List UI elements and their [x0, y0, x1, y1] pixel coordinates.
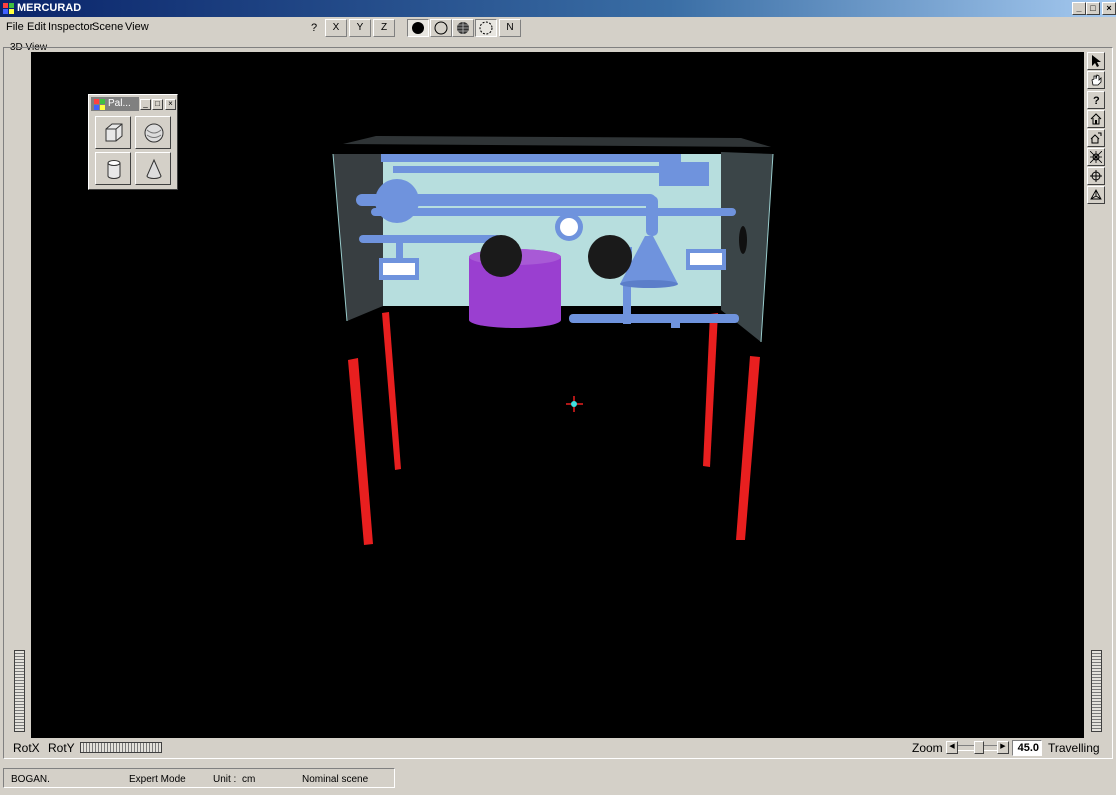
palette-window[interactable]: Pal... _ □ × [88, 94, 178, 190]
axis-y-button[interactable]: Y [349, 19, 371, 37]
render-outline-button[interactable] [430, 19, 452, 37]
set-home-icon [1090, 132, 1102, 144]
maximize-button[interactable]: □ [1086, 2, 1100, 15]
svg-text:?: ? [1093, 95, 1100, 106]
axis-z-button[interactable]: Z [373, 19, 395, 37]
cube-icon [105, 123, 123, 142]
box-top [343, 136, 771, 147]
leg-back-right [703, 313, 718, 467]
zoom-label: Zoom [912, 741, 943, 755]
palette-close-button[interactable]: × [165, 99, 176, 110]
dashed-sphere-icon [479, 21, 493, 35]
menu-file[interactable]: File [6, 21, 24, 33]
sphere-icon [144, 123, 164, 143]
perspective-button[interactable] [1087, 186, 1105, 204]
pan-tool-button[interactable] [1087, 71, 1105, 89]
travelling-label: Travelling [1048, 741, 1100, 755]
menu-bar: File Edit Inspector Scene View ? [0, 17, 1116, 38]
perspective-icon [1090, 189, 1102, 200]
leg-front-right [736, 356, 760, 540]
roty-label: RotY [48, 741, 75, 755]
status-unit: cm [242, 774, 256, 785]
rotx-label: RotX [13, 741, 40, 755]
solid-sphere-icon [412, 22, 424, 34]
normal-button[interactable]: N [499, 19, 521, 37]
wireframe-sphere-icon [457, 22, 469, 34]
outline-sphere-icon [434, 21, 448, 35]
palette-minimize-button[interactable]: _ [140, 99, 151, 110]
hand-pan-icon [1091, 74, 1102, 86]
home-view-button[interactable] [1087, 110, 1105, 128]
menu-inspector[interactable]: Inspector [48, 21, 93, 33]
cone-button[interactable] [135, 152, 171, 185]
cone-icon [146, 158, 162, 179]
rotx-wheel[interactable] [14, 650, 25, 732]
cylinder-icon [107, 160, 121, 179]
menu-edit[interactable]: Edit [27, 21, 46, 33]
render-hidden-button[interactable] [475, 19, 497, 37]
help-tool-button[interactable]: ? [1087, 91, 1105, 109]
cylinder-button[interactable] [95, 152, 131, 185]
3d-viewport[interactable] [31, 52, 1084, 738]
box-right-wall [721, 152, 773, 342]
set-home-button[interactable] [1087, 129, 1105, 147]
scene-render [332, 136, 774, 545]
help-question-icon[interactable]: ? [311, 22, 317, 34]
menu-view[interactable]: View [125, 21, 149, 33]
view-all-icon [1090, 151, 1102, 163]
axis-x-button[interactable]: X [325, 19, 347, 37]
help-icon: ? [1093, 95, 1100, 106]
zoom-slider-thumb[interactable] [974, 741, 984, 754]
cube-button[interactable] [95, 116, 131, 149]
render-wire-button[interactable] [452, 19, 474, 37]
zoom-increase-button[interactable]: ▶ [997, 741, 1009, 754]
seek-button[interactable] [1087, 167, 1105, 185]
status-unit-label: Unit : [213, 774, 237, 785]
palette-maximize-button[interactable]: □ [152, 99, 163, 110]
zoom-decrease-button[interactable]: ◀ [946, 741, 958, 754]
select-tool-button[interactable] [1087, 52, 1105, 70]
palette-icon [94, 99, 105, 110]
minimize-button[interactable]: _ [1072, 2, 1086, 15]
leg-front-left [348, 358, 373, 545]
status-mode: Expert Mode [129, 774, 186, 785]
close-button[interactable]: × [1102, 2, 1116, 15]
palette-title: Pal... [108, 98, 131, 109]
window-title: MERCURAD [17, 2, 82, 14]
render-solid-button[interactable] [407, 19, 429, 37]
status-scene: Nominal scene [302, 774, 369, 785]
travelling-wheel[interactable] [1091, 650, 1102, 732]
app-icon [3, 3, 14, 14]
select-arrow-icon [1092, 55, 1101, 67]
menu-scene[interactable]: Scene [92, 21, 123, 33]
status-user: BOGAN. [11, 774, 50, 785]
home-icon [1090, 113, 1102, 125]
seek-icon [1090, 170, 1102, 182]
view-all-button[interactable] [1087, 148, 1105, 166]
status-bar: BOGAN. Expert Mode Unit : cm Nominal sce… [3, 768, 395, 788]
roty-wheel[interactable] [80, 742, 162, 753]
leg-back-left [382, 312, 401, 470]
palette-title-bar[interactable]: Pal... _ □ × [91, 97, 176, 111]
crosshair [566, 396, 583, 412]
zoom-value-field[interactable]: 45.0 [1012, 740, 1042, 756]
title-bar: MERCURAD _ □ × [0, 0, 1116, 17]
sphere-button[interactable] [135, 116, 171, 149]
